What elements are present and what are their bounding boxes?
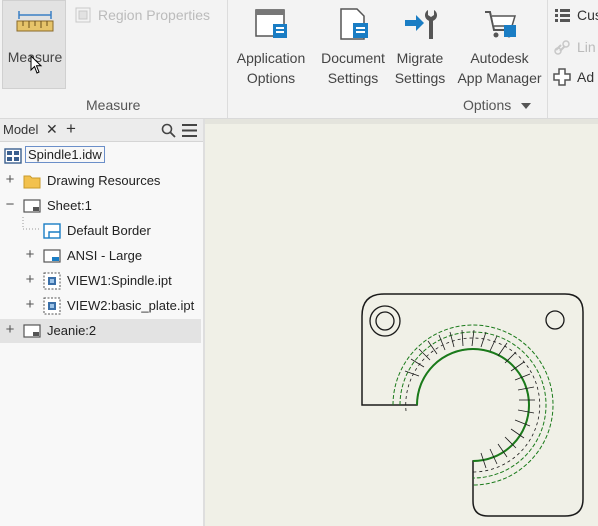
application-options-icon — [255, 9, 287, 38]
ribbon: Measure Measure Region Properties Applic… — [0, 0, 598, 119]
document-settings-label: Document Settings — [321, 50, 385, 86]
tree-item-view2[interactable]: + VIEW2:basic_plate.ipt — [0, 294, 201, 318]
measure-group-label: Measure — [86, 97, 141, 113]
region-properties-button[interactable]: Region Properties — [74, 4, 210, 26]
drawing-document-icon — [4, 148, 22, 164]
tab-model[interactable]: Model — [3, 122, 38, 137]
tree-item-label: VIEW1:Spindle.ipt — [67, 273, 172, 288]
autodesk-app-manager-button[interactable]: Autodesk App Manager — [451, 0, 548, 90]
region-properties-icon — [75, 7, 91, 23]
link-label: Lin — [577, 39, 596, 55]
drawing-view-icon — [43, 297, 61, 315]
browser-header: Model ✕ + — [0, 119, 203, 142]
migrate-settings-button[interactable]: Migrate Settings — [391, 0, 449, 90]
tree-item-jeanie-2[interactable]: + Jeanie:2 — [0, 319, 201, 343]
application-options-label: Application Options — [236, 50, 306, 86]
plus-outline-icon — [553, 68, 571, 86]
tree-item-label: VIEW2:basic_plate.ipt — [67, 298, 195, 313]
mouse-cursor-icon — [30, 55, 43, 74]
tree-item-spindle-idw[interactable]: Spindle1.idw — [0, 144, 201, 168]
document-settings-button[interactable]: Document Settings — [314, 0, 392, 90]
tree-item-label: Spindle1.idw — [25, 146, 105, 163]
customize-label: Cus — [577, 7, 598, 23]
add-tab-icon[interactable]: + — [66, 119, 76, 139]
ribbon-separator — [547, 0, 548, 118]
folder-icon — [23, 175, 41, 189]
expand-plus-icon[interactable]: + — [4, 172, 16, 188]
region-properties-label: Region Properties — [98, 7, 211, 23]
search-icon[interactable] — [161, 123, 176, 138]
title-block-icon — [43, 249, 61, 263]
dropdown-arrow-icon — [521, 103, 532, 110]
measure-button[interactable]: Measure — [2, 0, 66, 89]
sheet-icon — [23, 324, 41, 338]
collapse-minus-icon[interactable]: − — [4, 197, 16, 213]
close-icon[interactable]: ✕ — [46, 121, 58, 138]
tree-item-default-border[interactable]: Default Border — [0, 217, 201, 243]
expand-plus-icon[interactable]: + — [24, 272, 36, 288]
sheet-icon — [23, 199, 41, 213]
tree-item-drawing-resources[interactable]: + Drawing Resources — [0, 169, 201, 193]
customize-button[interactable]: Cus — [553, 4, 598, 26]
drawing-canvas[interactable] — [205, 119, 598, 526]
shopping-cart-icon — [484, 11, 516, 38]
options-group-text: Options — [463, 97, 512, 113]
tree-item-label: Jeanie:2 — [47, 323, 97, 338]
options-group-label[interactable]: Options — [463, 97, 532, 113]
document-settings-icon — [340, 8, 368, 40]
link-button[interactable]: Lin — [553, 36, 596, 58]
add-ins-label: Ad — [577, 69, 595, 85]
expand-plus-icon[interactable]: + — [24, 247, 36, 263]
list-icon — [555, 9, 570, 22]
link-icon — [554, 40, 570, 55]
tree-item-label: Sheet:1 — [47, 198, 92, 213]
border-icon — [43, 223, 61, 239]
drawing-view-icon — [43, 272, 61, 290]
model-browser-panel: Model ✕ + Spindle1.idw + Drawing Resourc… — [0, 119, 204, 526]
tree-item-sheet-1[interactable]: − Sheet:1 — [0, 194, 201, 218]
tree-item-label: ANSI - Large — [67, 248, 143, 263]
expand-plus-icon[interactable]: + — [4, 322, 16, 338]
migrate-wrench-icon — [405, 10, 437, 39]
ruler-icon — [16, 11, 54, 32]
migrate-settings-label: Migrate Settings — [394, 50, 446, 86]
tree-item-ansi-large[interactable]: + ANSI - Large — [0, 244, 201, 268]
ribbon-separator — [227, 0, 228, 118]
autodesk-app-manager-label: Autodesk App Manager — [457, 50, 542, 86]
application-options-button[interactable]: Application Options — [230, 0, 312, 90]
part-drawing-view[interactable] — [205, 119, 598, 526]
tree-item-label: Default Border — [67, 223, 151, 238]
tree-item-label: Drawing Resources — [47, 173, 161, 188]
add-ins-button[interactable]: Ad — [553, 66, 594, 88]
expand-plus-icon[interactable]: + — [24, 297, 36, 313]
hamburger-menu-icon[interactable] — [182, 124, 197, 137]
tree-item-view1[interactable]: + VIEW1:Spindle.ipt — [0, 269, 201, 293]
tree-connector — [22, 217, 40, 230]
